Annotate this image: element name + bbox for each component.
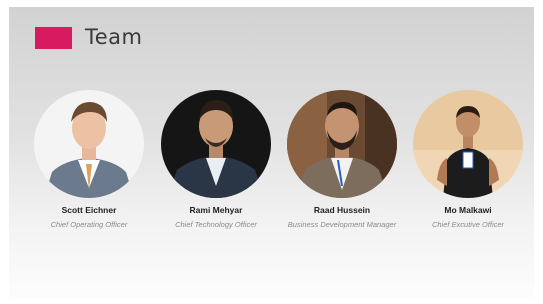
member-name: Raad Hussein	[313, 205, 371, 215]
team-member-card: Mo Malkawi Chief Excutive Officer	[403, 90, 533, 230]
member-photo	[287, 90, 397, 198]
member-name: Rami Mehyar	[189, 205, 243, 215]
member-name: Scott Eichner	[61, 205, 117, 215]
member-name: Mo Malkawi	[444, 205, 492, 215]
member-photo	[34, 90, 144, 198]
team-member-card: Raad Hussein Business Development Manage…	[277, 90, 407, 230]
team-member-card: Scott Eichner Chief Operating Officer	[24, 90, 154, 230]
team-slide: Team Scott Eichner Chief Operating Offic…	[9, 7, 534, 299]
slide-title: Team	[85, 25, 143, 49]
team-member-card: Rami Mehyar Chief Technology Officer	[151, 90, 281, 230]
member-role: Business Development Manager	[287, 220, 397, 229]
member-photo	[413, 90, 523, 198]
member-photo	[161, 90, 271, 198]
member-role: Chief Excutive Officer	[431, 220, 505, 229]
member-role: Chief Operating Officer	[50, 220, 128, 229]
member-role: Chief Technology Officer	[175, 220, 257, 229]
accent-block	[35, 27, 72, 49]
